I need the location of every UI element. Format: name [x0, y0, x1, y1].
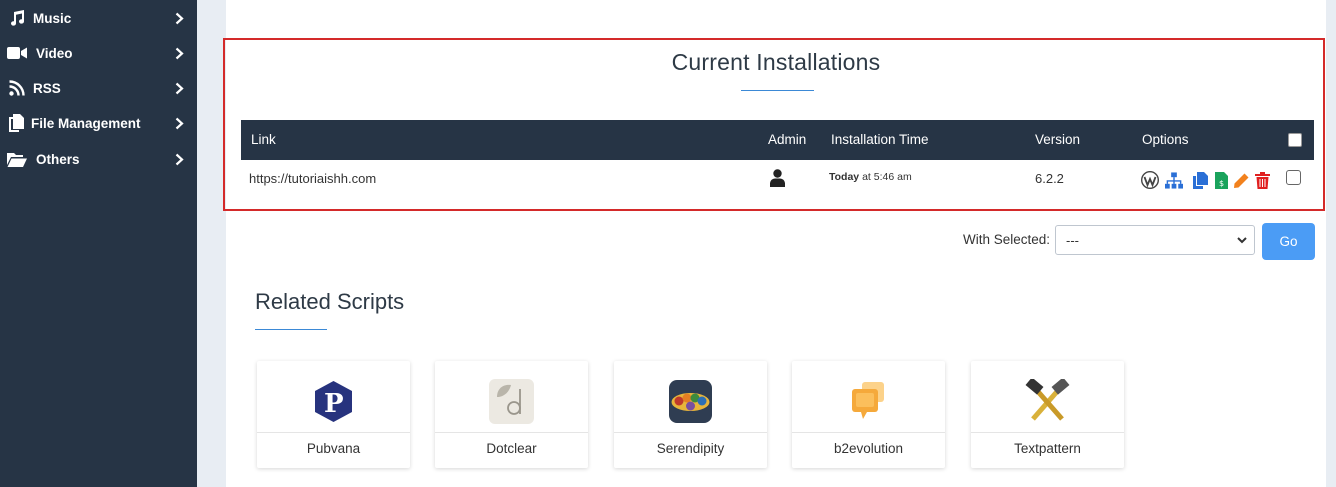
sidebar-item-label: File Management — [31, 115, 141, 131]
go-button[interactable]: Go — [1262, 223, 1315, 260]
pubvana-logo-icon: P — [311, 379, 356, 424]
svg-text:$: $ — [1219, 179, 1224, 188]
chevron-right-icon — [173, 81, 185, 95]
script-name: Dotclear — [486, 441, 537, 456]
related-underline — [255, 329, 327, 330]
sidebar-item-label: Music — [33, 10, 72, 26]
installation-time-day: Today — [829, 171, 860, 183]
script-name: b2evolution — [833, 441, 904, 456]
chevron-right-icon — [173, 152, 185, 166]
script-name: Pubvana — [306, 441, 361, 456]
title-underline — [741, 90, 814, 91]
dropdown-selected-value: --- — [1066, 233, 1079, 248]
chevron-right-icon — [173, 11, 185, 25]
column-header-version: Version — [1035, 132, 1081, 147]
chevron-down-icon — [1236, 234, 1248, 246]
sitemap-icon[interactable] — [1165, 171, 1183, 189]
sidebar-item-music[interactable]: Music — [0, 1, 197, 35]
script-card-textpattern[interactable]: Textpattern — [971, 361, 1124, 468]
dotclear-logo-icon — [489, 379, 534, 424]
installation-version: 6.2.2 — [1035, 171, 1064, 186]
sidebar-item-label: Video — [36, 45, 73, 61]
staging-file-icon[interactable]: $ — [1212, 171, 1230, 189]
chevron-right-icon — [173, 46, 185, 60]
chevron-right-icon — [173, 116, 185, 130]
row-checkbox[interactable] — [1286, 170, 1301, 185]
column-header-admin: Admin — [768, 132, 807, 147]
sidebar-item-video[interactable]: Video — [0, 36, 197, 70]
with-selected-dropdown[interactable]: --- — [1055, 225, 1255, 255]
installations-table-header: Link Admin Installation Time Version Opt… — [241, 120, 1314, 160]
b2evolution-logo-icon — [846, 379, 891, 424]
wordpress-icon[interactable] — [1141, 171, 1159, 189]
admin-user-icon[interactable] — [770, 169, 785, 190]
copy-icon[interactable] — [1191, 171, 1209, 189]
script-card-serendipity[interactable]: Serendipity — [614, 361, 767, 468]
sidebar-item-others[interactable]: Others — [0, 142, 197, 176]
folder-open-icon — [7, 149, 27, 169]
video-camera-icon — [7, 43, 27, 63]
page-title: Current Installations — [671, 49, 881, 75]
with-selected-label: With Selected: — [963, 232, 1051, 247]
select-all-checkbox[interactable] — [1288, 133, 1302, 147]
installation-time: Today at 5:46 am — [829, 171, 912, 183]
column-header-link: Link — [251, 132, 276, 147]
table-row: https://tutoriaishh.com Today at 5:46 am… — [241, 160, 1314, 198]
music-note-icon — [7, 8, 27, 28]
installation-time-rest: at 5:46 am — [859, 171, 912, 183]
sidebar-item-file-management[interactable]: File Management — [0, 106, 197, 140]
script-name: Textpattern — [1014, 441, 1081, 456]
related-scripts-title: Related Scripts — [255, 289, 405, 314]
sidebar-item-label: Others — [36, 151, 80, 167]
script-card-dotclear[interactable]: Dotclear — [435, 361, 588, 468]
trash-icon[interactable] — [1253, 171, 1271, 189]
rss-icon — [7, 78, 27, 98]
sidebar: Music Video RSS File Management Others — [0, 0, 197, 487]
column-header-installation-time: Installation Time — [831, 132, 929, 147]
svg-text:P: P — [324, 389, 344, 419]
installation-link[interactable]: https://tutoriaishh.com — [249, 171, 376, 186]
script-card-pubvana[interactable]: P Pubvana — [257, 361, 410, 468]
sidebar-item-rss[interactable]: RSS — [0, 71, 197, 105]
files-icon — [7, 113, 27, 133]
textpattern-logo-icon — [1025, 377, 1070, 424]
column-header-options: Options — [1142, 132, 1189, 147]
script-name: Serendipity — [656, 441, 725, 456]
edit-pencil-icon[interactable] — [1232, 171, 1250, 189]
serendipity-logo-icon — [668, 379, 713, 424]
sidebar-item-label: RSS — [33, 80, 61, 96]
script-card-b2evolution[interactable]: b2evolution — [792, 361, 945, 468]
